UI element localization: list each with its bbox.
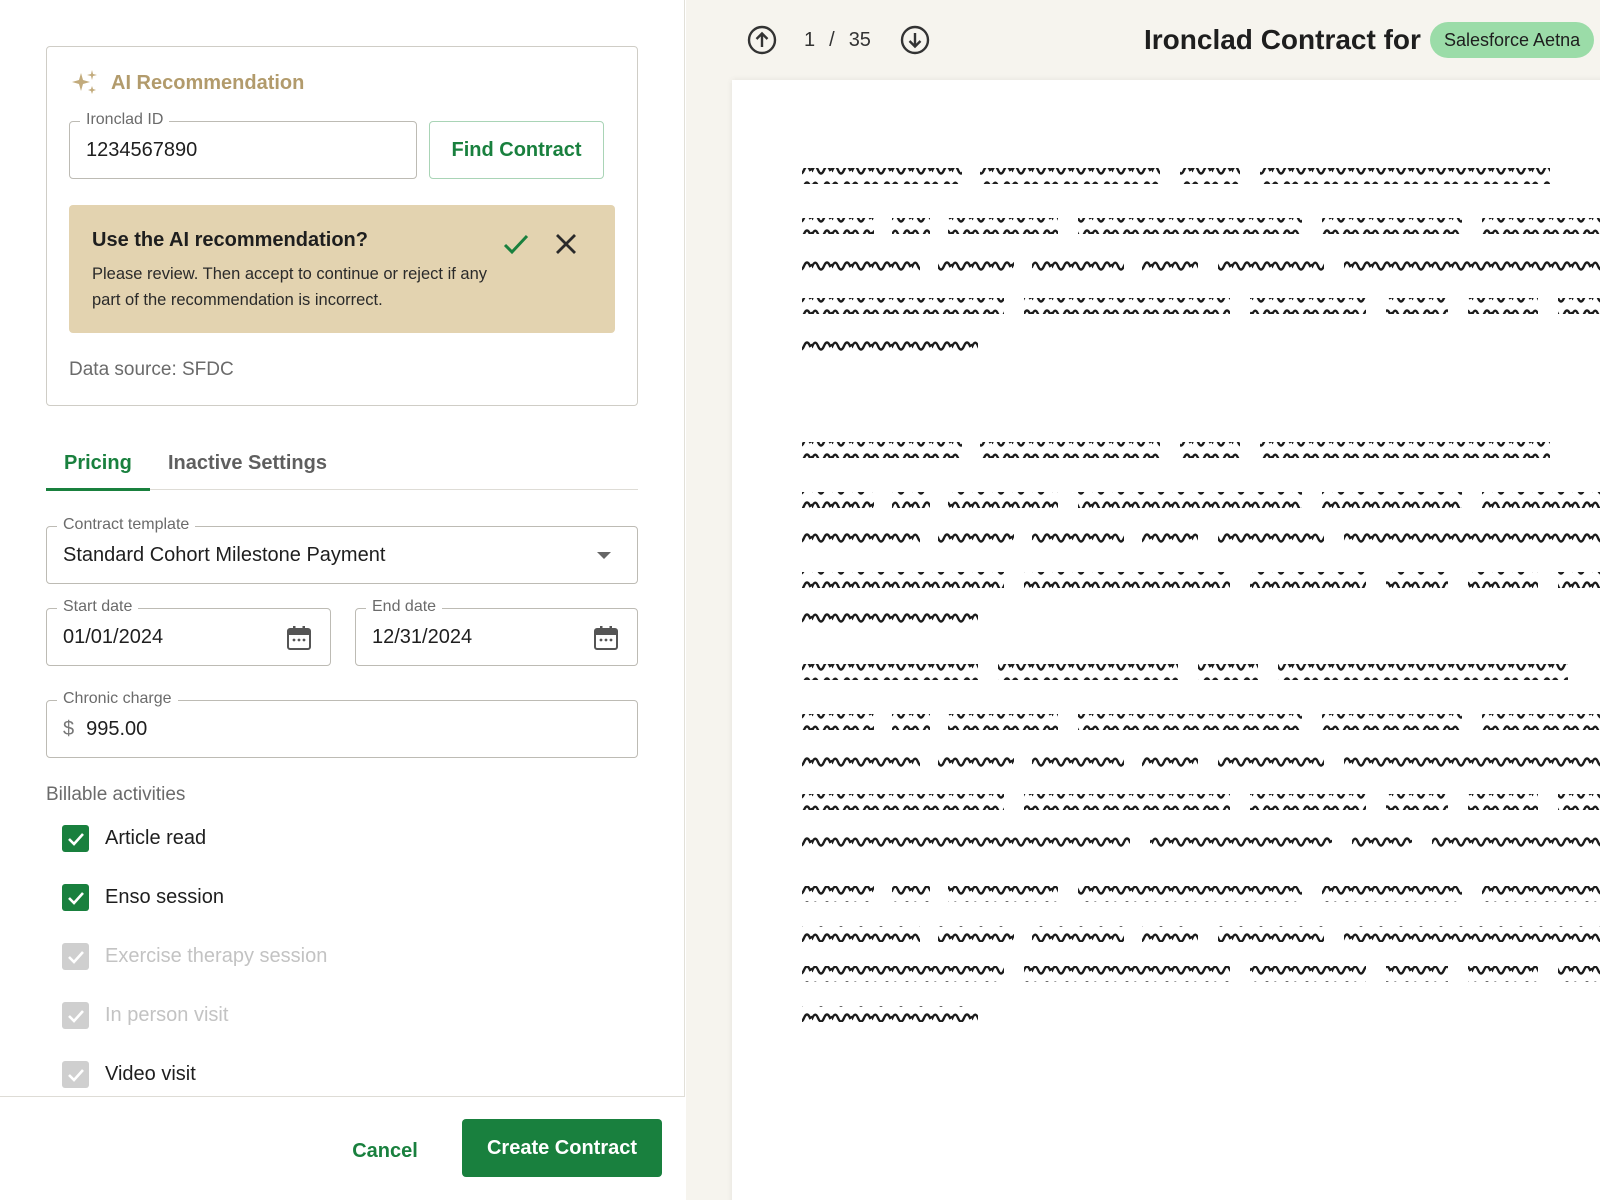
- ironclad-id-input[interactable]: Ironclad ID 1234567890: [69, 111, 417, 179]
- checkbox-checked-icon[interactable]: [62, 884, 89, 911]
- start-date-field[interactable]: Start date 01/01/2024: [46, 598, 331, 666]
- page-indicator: 1 / 35: [804, 29, 871, 52]
- next-page-icon[interactable]: [899, 24, 931, 56]
- ai-recommendation-banner: Use the AI recommendation? Please review…: [69, 205, 615, 333]
- account-pill: Salesforce Aetna: [1430, 22, 1595, 58]
- calendar-icon[interactable]: [593, 625, 619, 651]
- reject-close-icon[interactable]: [551, 229, 581, 259]
- document-page: [732, 80, 1600, 1200]
- checkbox-enso-session[interactable]: Enso session: [62, 884, 224, 911]
- end-date-field[interactable]: End date 12/31/2024: [355, 598, 638, 666]
- contract-form-panel: AI Recommendation Ironclad ID 1234567890…: [0, 0, 685, 1200]
- chronic-charge-input[interactable]: Chronic charge $ 995.00: [46, 690, 638, 758]
- checkbox-label: Enso session: [105, 886, 224, 908]
- contract-template-select[interactable]: Contract template Standard Cohort Milest…: [46, 516, 638, 584]
- page-separator: /: [829, 28, 835, 51]
- ai-recommendation-header: AI Recommendation: [71, 69, 304, 97]
- active-tab-indicator: [46, 488, 150, 491]
- ai-recommendation-title: AI Recommendation: [111, 71, 305, 94]
- find-contract-button[interactable]: Find Contract: [429, 121, 604, 179]
- chronic-charge-value: 995.00: [86, 717, 148, 740]
- currency-symbol: $: [63, 717, 75, 740]
- sparkle-icon: [72, 70, 97, 94]
- data-source-text: Data source: SFDC: [69, 359, 234, 380]
- redacted-text-placeholder: [802, 168, 1600, 1022]
- banner-title: Use the AI recommendation?: [92, 229, 368, 251]
- start-date-value: 01/01/2024: [63, 625, 164, 648]
- end-date-value: 12/31/2024: [372, 625, 473, 648]
- document-title: Ironclad Contract for: [1144, 24, 1421, 55]
- checkbox-label: In person visit: [105, 1004, 229, 1026]
- banner-description: Please review. Then accept to continue o…: [92, 265, 488, 309]
- checkbox-exercise-therapy-session[interactable]: Exercise therapy session: [62, 943, 327, 970]
- cancel-button[interactable]: Cancel: [345, 1123, 425, 1179]
- checkbox-in-person-visit[interactable]: In person visit: [62, 1002, 228, 1029]
- chevron-down-icon: [597, 552, 611, 559]
- checkbox-label: Article read: [105, 827, 207, 849]
- chronic-charge-value-wrap: $ 995.00: [63, 701, 147, 757]
- page-navigator: 1 / 35: [746, 24, 931, 56]
- ai-recommendation-card: AI Recommendation Ironclad ID 1234567890…: [46, 46, 638, 406]
- contract-template-value: Standard Cohort Milestone Payment: [63, 543, 386, 566]
- document-viewer: 1 / 35 Ironclad Contract for Salesforce …: [686, 0, 1600, 1200]
- checkbox-article-read[interactable]: Article read: [62, 825, 206, 852]
- current-page: 1: [804, 28, 816, 51]
- calendar-icon[interactable]: [286, 625, 312, 651]
- ironclad-id-value: 1234567890: [86, 138, 198, 161]
- billable-activities-label: Billable activities: [46, 784, 186, 805]
- previous-page-icon[interactable]: [746, 24, 778, 56]
- total-pages: 35: [848, 28, 871, 51]
- checkbox-checked-icon[interactable]: [62, 825, 89, 852]
- form-footer: Cancel Create Contract: [0, 1096, 685, 1200]
- create-contract-button[interactable]: Create Contract: [462, 1119, 662, 1177]
- checkbox-disabled-icon[interactable]: [62, 1002, 89, 1029]
- checkbox-disabled-icon[interactable]: [62, 1061, 89, 1088]
- accept-check-icon[interactable]: [501, 229, 531, 259]
- checkbox-label: Exercise therapy session: [105, 945, 328, 967]
- tab-pricing[interactable]: Pricing: [64, 452, 132, 475]
- checkbox-video-visit[interactable]: Video visit: [62, 1061, 196, 1088]
- settings-tabs: Pricing Inactive Settings: [46, 450, 638, 491]
- tab-inactive-settings[interactable]: Inactive Settings: [168, 452, 327, 475]
- checkbox-label: Video visit: [105, 1063, 196, 1085]
- checkbox-disabled-icon[interactable]: [62, 943, 89, 970]
